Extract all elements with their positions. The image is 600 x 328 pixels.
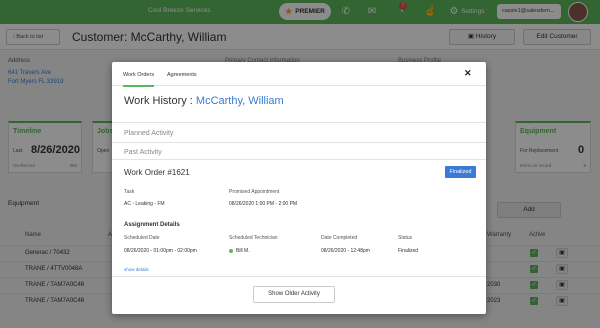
task-label: Task	[124, 189, 135, 195]
scheduled-technician-label: Scheduled Technician	[229, 235, 278, 241]
status-value: Finalized	[398, 248, 419, 254]
technician-name: Bill M.	[236, 248, 250, 254]
status-label: Status	[398, 235, 413, 241]
status-dot-icon	[229, 248, 233, 253]
planned-activity-heading: Planned Activity	[124, 130, 174, 137]
modal-title-prefix: Work History :	[124, 95, 196, 107]
close-icon[interactable]: ✕	[464, 68, 472, 79]
show-older-activity-button[interactable]: Show Older Activity	[253, 286, 335, 303]
work-history-modal: Work Orders Agreements ✕ Work History : …	[112, 62, 486, 314]
tab-work-orders[interactable]: Work Orders	[123, 72, 155, 87]
assignment-details-heading: Assignment Details	[124, 222, 180, 228]
promised-appointment-label: Promised Appointment	[229, 189, 280, 195]
task-value: AC - Leaking - FM	[124, 201, 165, 207]
divider	[112, 276, 486, 277]
modal-title: Work History : McCarthy, William	[124, 95, 284, 107]
divider	[112, 159, 486, 160]
scheduled-date-label: Scheduled Date	[124, 235, 160, 241]
scheduled-date-value: 08/26/2020 - 01:00pm - 02:00pm	[124, 248, 197, 254]
divider	[112, 142, 486, 143]
work-order-title[interactable]: Work Order #1621	[124, 168, 190, 177]
status-badge: Finalized	[445, 166, 476, 178]
divider	[112, 122, 486, 123]
past-activity-heading: Past Activity	[124, 149, 162, 156]
date-completed-value: 08/26/2020 - 12:48pm	[321, 248, 370, 254]
show-details-link[interactable]: show details	[124, 267, 149, 272]
scheduled-technician-value: Bill M.	[229, 248, 250, 254]
date-completed-label: Date Completed	[321, 235, 358, 241]
tab-agreements[interactable]: Agreements	[167, 72, 197, 78]
promised-appointment-value: 08/26/2020 1:00 PM - 2:00 PM	[229, 201, 298, 207]
modal-customer-name[interactable]: McCarthy, William	[196, 95, 284, 107]
modal-tabs: Work Orders Agreements ✕	[112, 62, 486, 87]
